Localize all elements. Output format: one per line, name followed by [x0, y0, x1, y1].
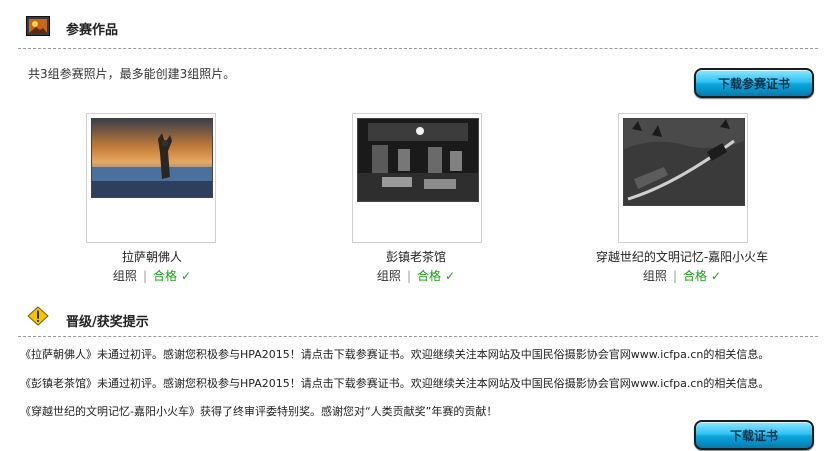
entry-status-label: 合格 [416, 269, 441, 283]
award-section-header: 晋级/获奖提示 [18, 302, 818, 337]
entry-type: 组照 [112, 269, 137, 283]
entry-title: 拉萨朝佛人 [121, 250, 182, 264]
entry-status-line: 组照 | 合格 ✓ [112, 269, 192, 283]
award-notice: 《拉萨朝佛人》未通过初评。感谢您积极参与HPA2015！请点击下载参赛证书。欢迎… [20, 348, 770, 361]
entry-thumbnail-train[interactable] [623, 118, 745, 206]
entry-title: 穿越世纪的文明记忆-嘉阳小火车 [595, 250, 769, 264]
entry-thumbnail-frame[interactable] [352, 113, 482, 243]
download-entry-certificate-button[interactable]: 下载参赛证书 [694, 68, 814, 98]
award-notice: 《彭镇老茶馆》未通过初评。感谢您积极参与HPA2015！请点击下载参赛证书。欢迎… [20, 377, 770, 390]
check-icon: ✓ [445, 269, 456, 283]
check-icon: ✓ [181, 269, 192, 283]
picture-frame-icon [26, 16, 50, 36]
entry-thumbnail-teahouse[interactable] [357, 118, 479, 202]
entry-title: 彭镇老茶馆 [385, 250, 446, 264]
entry-status-line: 组照 | 合格 ✓ [376, 269, 456, 283]
entry-status-label: 合格 [682, 269, 707, 283]
entry-thumbnail-frame[interactable] [618, 113, 748, 243]
download-certificate-button[interactable]: 下载证书 [694, 420, 814, 450]
entry-status-label: 合格 [152, 269, 177, 283]
entries-section-title: 参赛作品 [66, 23, 119, 38]
entry-status-line: 组照 | 合格 ✓ [642, 269, 722, 283]
award-notice: 《穿越世纪的文明记忆-嘉阳小火车》获得了终审评委特别奖。感谢您对“人类贡献奖”年… [20, 405, 498, 418]
check-icon: ✓ [711, 269, 722, 283]
warning-icon [27, 306, 49, 326]
entry-thumbnail-frame[interactable] [86, 113, 216, 243]
entry-type: 组照 [642, 269, 667, 283]
entries-section-header: 参赛作品 [18, 14, 818, 49]
entries-intro-text: 共3组参赛照片，最多能创建3组照片。 [28, 67, 236, 81]
award-section-title: 晋级/获奖提示 [66, 315, 149, 330]
entry-type: 组照 [376, 269, 401, 283]
entry-thumbnail-lhasa[interactable] [91, 118, 213, 198]
